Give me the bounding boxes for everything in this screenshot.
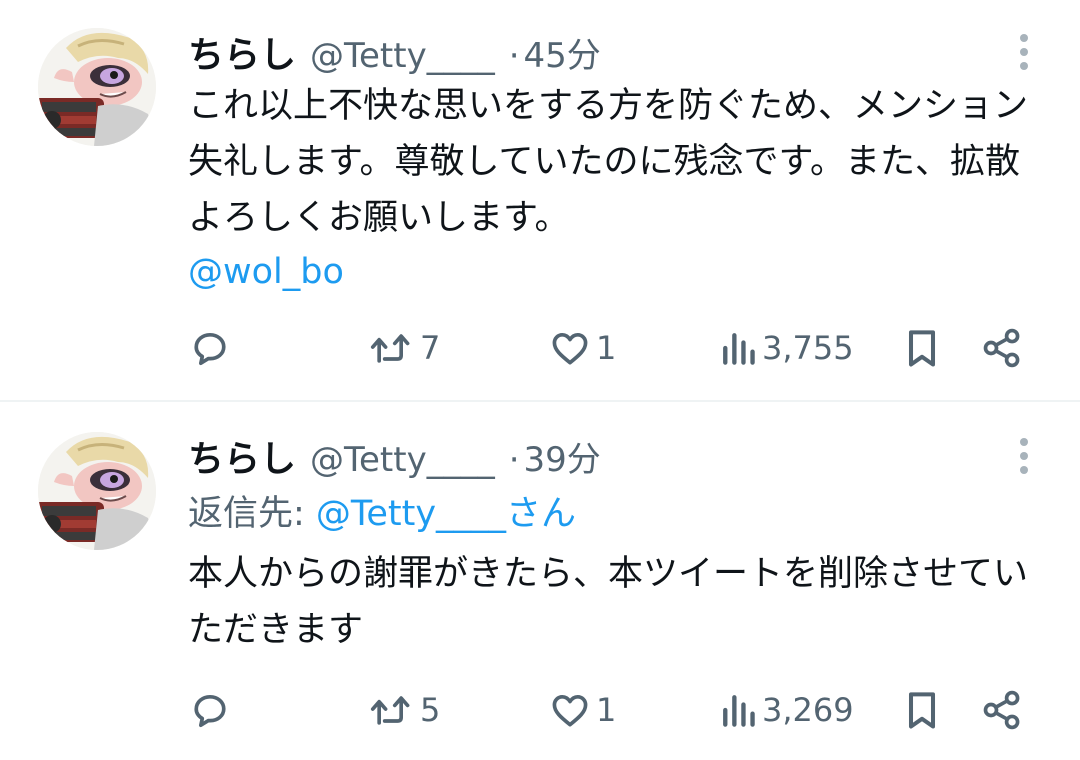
speech-bubble-icon [194, 694, 226, 728]
display-name[interactable]: ちらし [188, 430, 296, 482]
bar-chart-icon [723, 333, 755, 365]
like-count: 1 [596, 691, 617, 729]
like-count: 1 [596, 329, 617, 367]
user-handle[interactable]: @Tetty____ [310, 36, 495, 76]
reply-to-prefix: 返信先: [188, 494, 316, 534]
retweet-button[interactable]: 5 [368, 680, 440, 740]
tweet[interactable]: ちらし @Tetty____ · 45分 これ以上不快な思いをする方を防ぐため、… [0, 0, 1080, 400]
retweet-count: 7 [420, 329, 441, 367]
more-options-icon[interactable] [1018, 438, 1030, 478]
reply-to-line: 返信先: @Tetty____さん [188, 486, 576, 542]
avatar[interactable] [38, 28, 156, 146]
retweet-arrows-icon [370, 696, 410, 725]
user-handle[interactable]: @Tetty____ [310, 440, 495, 480]
retweet-count: 5 [420, 691, 441, 729]
views-count: 3,755 [762, 329, 854, 367]
mention-link[interactable]: @wol_bo [188, 244, 344, 300]
share-button[interactable] [980, 318, 1024, 378]
views-count: 3,269 [762, 691, 854, 729]
reply-button[interactable] [188, 680, 236, 740]
share-nodes-icon [983, 328, 1020, 368]
separator-dot: · [508, 440, 520, 480]
views-button[interactable]: 3,755 [718, 318, 854, 378]
tweet-header: ちらし @Tetty____ · 45分 [188, 26, 601, 76]
display-name[interactable]: ちらし [188, 26, 296, 78]
views-button[interactable]: 3,269 [718, 680, 854, 740]
bar-chart-icon [723, 695, 755, 727]
tweet-actions: 7 1 3,755 [188, 318, 1038, 378]
tweet[interactable]: ちらし @Tetty____ · 39分 返信先: @Tetty____さん 本… [0, 404, 1080, 760]
like-button[interactable]: 1 [548, 318, 616, 378]
tweet-text: これ以上不快な思いをする方を防ぐため、メンション失礼します。尊敬していたのに残念… [188, 86, 1029, 238]
tweet-divider [0, 400, 1080, 402]
like-button[interactable]: 1 [548, 680, 616, 740]
reply-to-handle[interactable]: @Tetty____さん [316, 494, 576, 534]
bookmark-button[interactable] [900, 318, 944, 378]
retweet-arrows-icon [370, 334, 410, 363]
more-options-icon[interactable] [1018, 34, 1030, 74]
timestamp[interactable]: 39分 [524, 432, 601, 481]
retweet-button[interactable]: 7 [368, 318, 440, 378]
share-nodes-icon [983, 690, 1020, 730]
tweet-header: ちらし @Tetty____ · 39分 [188, 430, 601, 480]
reply-button[interactable] [188, 318, 236, 378]
bookmark-icon [908, 330, 936, 367]
heart-outline-icon [552, 694, 588, 727]
bookmark-icon [908, 692, 936, 729]
share-button[interactable] [980, 680, 1024, 740]
tweet-text: 本人からの謝罪がきたら、本ツイートを削除させていただきます [188, 554, 1029, 650]
heart-outline-icon [552, 332, 588, 365]
bookmark-button[interactable] [900, 680, 944, 740]
separator-dot: · [508, 36, 520, 76]
timestamp[interactable]: 45分 [524, 28, 601, 77]
avatar[interactable] [38, 432, 156, 550]
speech-bubble-icon [194, 332, 226, 366]
tweet-actions: 5 1 3,269 [188, 680, 1038, 740]
